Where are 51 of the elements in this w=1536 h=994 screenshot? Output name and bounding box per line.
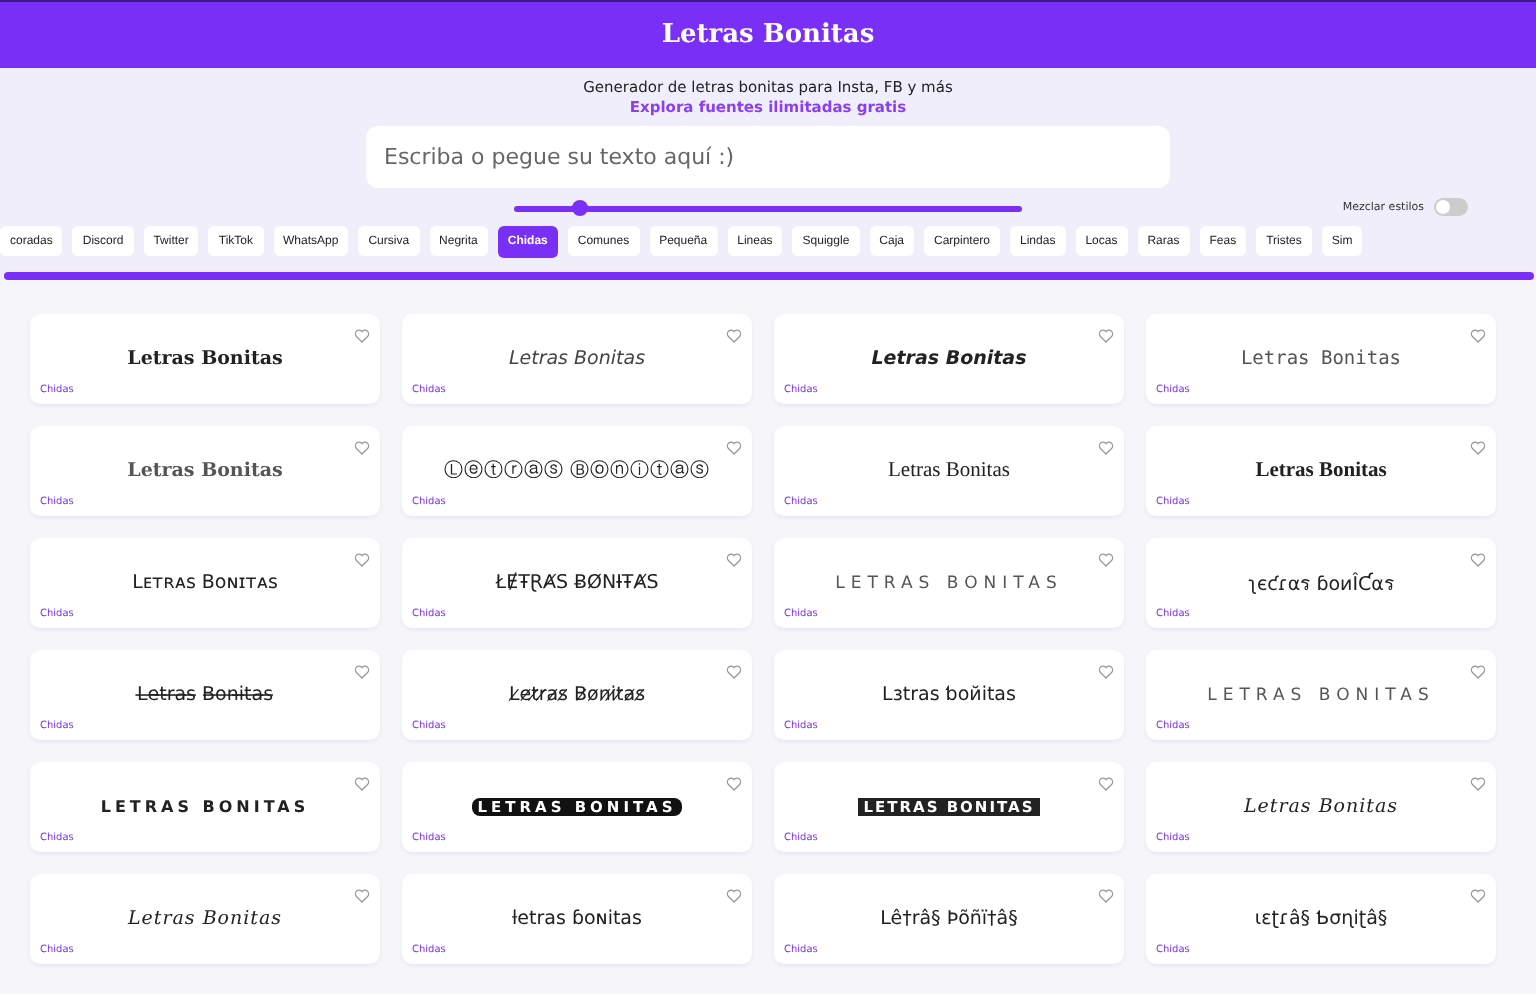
styled-text: Letras Bonitas (1243, 796, 1399, 818)
styled-text: Lᴇᴛʀᴀs Bᴏɴɪᴛᴀs (132, 572, 278, 594)
styled-text: ŁɆŦⱤȺS ɃØNƗŦȺS (495, 572, 659, 594)
size-slider[interactable] (514, 205, 1022, 211)
heart-icon[interactable] (726, 664, 742, 680)
styled-text: Lɜtras ƅoйitas (882, 684, 1016, 706)
heart-icon[interactable] (354, 888, 370, 904)
heart-icon[interactable] (1098, 664, 1114, 680)
styled-text: LETRAS BONITAS (1207, 685, 1435, 705)
text-input-field[interactable]: Escriba o pegue su texto aquí :) (366, 126, 1170, 188)
scroll-bar[interactable] (3, 272, 1533, 280)
heart-icon[interactable] (726, 328, 742, 344)
heart-icon[interactable] (726, 776, 742, 792)
heart-icon[interactable] (354, 776, 370, 792)
styled-text: L̶e̶t̶r̶a̶s̶ B̶o̶n̶i̶t̶a̶s̶ (136, 684, 274, 706)
mix-styles-toggle[interactable] (1434, 198, 1468, 216)
heart-icon[interactable] (354, 328, 370, 344)
styled-text: Letras Bonitas (871, 348, 1027, 370)
styled-text: ƚetras ɓoɴitas (512, 908, 642, 930)
heart-icon[interactable] (1470, 776, 1486, 792)
heart-icon[interactable] (1098, 888, 1114, 904)
heart-icon[interactable] (1470, 888, 1486, 904)
heart-icon[interactable] (354, 664, 370, 680)
styled-text: LETRAS BONITAS (100, 798, 310, 816)
heart-icon[interactable] (726, 888, 742, 904)
heart-icon[interactable] (1470, 440, 1486, 456)
styled-text: Letras Bonitas (508, 348, 646, 370)
styled-text: LETRAS BONITAS (835, 573, 1063, 593)
styled-text: Letras Bonitas (127, 460, 283, 482)
heart-icon[interactable] (1098, 552, 1114, 568)
styled-text: Letras Bonitas (127, 348, 283, 370)
heart-icon[interactable] (1470, 328, 1486, 344)
heart-icon[interactable] (1098, 328, 1114, 344)
styled-text: ʅєƈɾαร ɓoиÎƇαร (1248, 570, 1394, 598)
heart-icon[interactable] (354, 552, 370, 568)
heart-icon[interactable] (1470, 552, 1486, 568)
styled-text: Letras Bonitas (127, 908, 283, 930)
heart-icon[interactable] (726, 552, 742, 568)
styled-text: Letras Bonitas (1255, 460, 1387, 482)
heart-icon[interactable] (1470, 664, 1486, 680)
styled-text: Ⓛⓔⓣⓡⓐⓢ Ⓑⓞⓝⓘⓣⓐⓢ (443, 458, 711, 484)
styled-text: Letras Bonitas (888, 460, 1010, 482)
heart-icon[interactable] (354, 440, 370, 456)
styled-text: Lê†râ§ Þõñï†â§ (880, 908, 1018, 930)
styled-text: Letras Bonitas (1240, 348, 1402, 370)
heart-icon[interactable] (1098, 440, 1114, 456)
heart-icon[interactable] (1098, 776, 1114, 792)
heart-icon[interactable] (726, 440, 742, 456)
site-title: Letras Bonitas (661, 20, 875, 50)
styled-text: L̷e̷t̷r̷a̷s̷ B̷o̷n̷i̷t̷a̷s̷ (508, 684, 646, 706)
styled-text: ɩɛʈɾâ§ Ƅσɳiʈâ§ (1254, 908, 1388, 930)
